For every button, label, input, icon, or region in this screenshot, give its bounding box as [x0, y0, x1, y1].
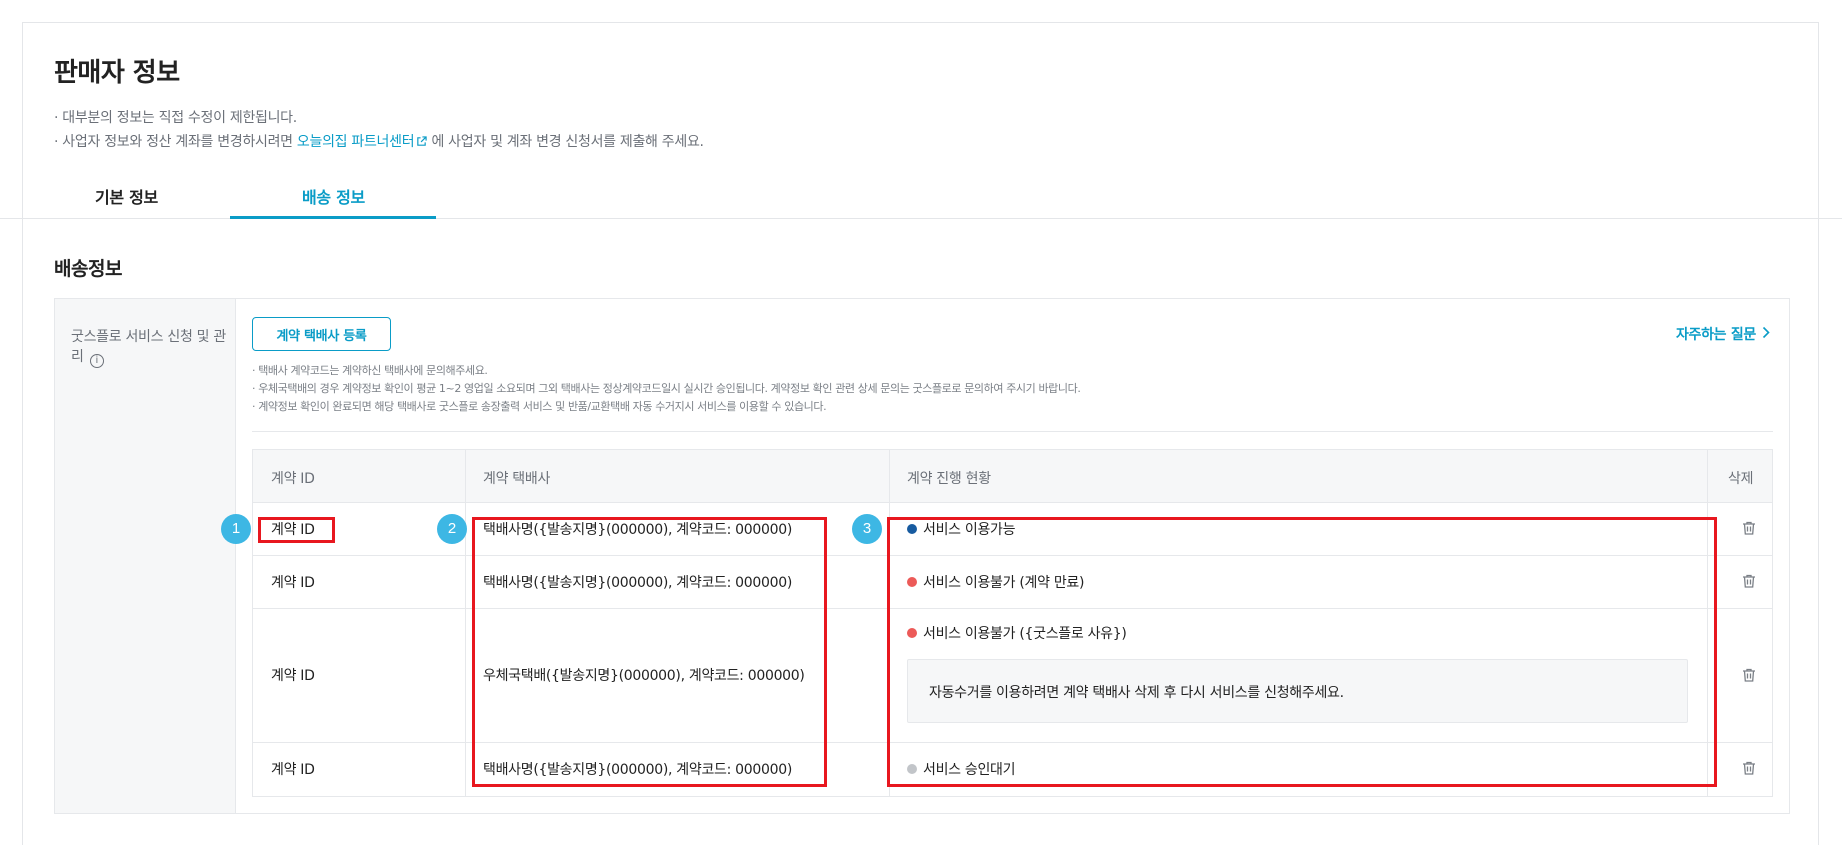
register-courier-button[interactable]: 계약 택배사 등록: [252, 317, 391, 351]
active-tab-indicator: [230, 216, 436, 219]
external-link-icon: [417, 136, 427, 146]
section-title: 배송정보: [54, 258, 122, 280]
tab-bar: 기본 정보 배송 정보: [0, 170, 1842, 219]
partner-center-link-label: 오늘의집 파트너센터: [296, 134, 415, 150]
notice-change-request: · 사업자 정보와 정산 계좌를 변경하시려면 오늘의집 파트너센터 에 사업자…: [54, 131, 704, 151]
contract-id: 계약 ID: [271, 668, 315, 684]
column-divider: [465, 743, 466, 796]
header-delete: 삭제: [1728, 471, 1754, 487]
goodsflow-side-label: 굿스플로 서비스 신청 및 관리 i: [55, 299, 236, 813]
column-divider: [465, 609, 466, 742]
partner-center-link[interactable]: 오늘의집 파트너센터: [297, 134, 427, 150]
notice-text-before: · 사업자 정보와 정산 계좌를 변경하시려면: [54, 134, 297, 150]
trash-icon[interactable]: [1741, 760, 1757, 776]
highlight-courier-column: [472, 517, 827, 787]
highlight-contract-id: [258, 517, 335, 543]
header-courier: 계약 택배사: [483, 471, 551, 487]
table-header: 계약 ID 계약 택배사 계약 진행 현황 삭제: [253, 450, 1772, 503]
column-divider: [465, 450, 466, 502]
tab-basic-info[interactable]: 기본 정보: [95, 184, 158, 208]
annotation-badge-3: 3: [852, 514, 882, 544]
highlight-status-column: [887, 517, 1717, 787]
header-contract-id: 계약 ID: [271, 471, 315, 487]
tab-delivery-info[interactable]: 배송 정보: [302, 184, 365, 208]
column-divider: [465, 556, 466, 608]
contract-id: 계약 ID: [271, 762, 315, 778]
chevron-right-icon: [1762, 326, 1770, 339]
contract-id: 계약 ID: [271, 575, 315, 591]
annotation-badge-1: 1: [221, 514, 251, 544]
guide-line-2: · 우체국택배의 경우 계약정보 확인이 평균 1~2 영업일 소요되며 그외 …: [252, 382, 1081, 395]
guide-divider: [252, 431, 1773, 432]
guide-line-1: · 택배사 계약코드는 계약하신 택배사에 문의해주세요.: [252, 364, 488, 377]
info-icon[interactable]: i: [89, 354, 104, 368]
trash-icon[interactable]: [1741, 573, 1757, 589]
faq-link[interactable]: 자주하는 질문: [1676, 324, 1770, 344]
guide-line-3: · 계약정보 확인이 완료되면 해당 택배사로 굿스플로 송장출력 서비스 및 …: [252, 400, 827, 413]
column-divider: [1707, 450, 1708, 502]
trash-icon[interactable]: [1741, 520, 1757, 536]
trash-icon[interactable]: [1741, 667, 1757, 683]
column-divider: [889, 450, 890, 502]
faq-link-label: 자주하는 질문: [1675, 327, 1756, 343]
page-title: 판매자 정보: [54, 58, 180, 88]
annotation-badge-2: 2: [437, 514, 467, 544]
notice-text-after: 에 사업자 및 계좌 변경 신청서를 제출해 주세요.: [427, 134, 704, 150]
notice-edit-restriction: · 대부분의 정보는 직접 수정이 제한됩니다.: [54, 110, 297, 126]
header-contract-status: 계약 진행 현황: [907, 471, 991, 487]
